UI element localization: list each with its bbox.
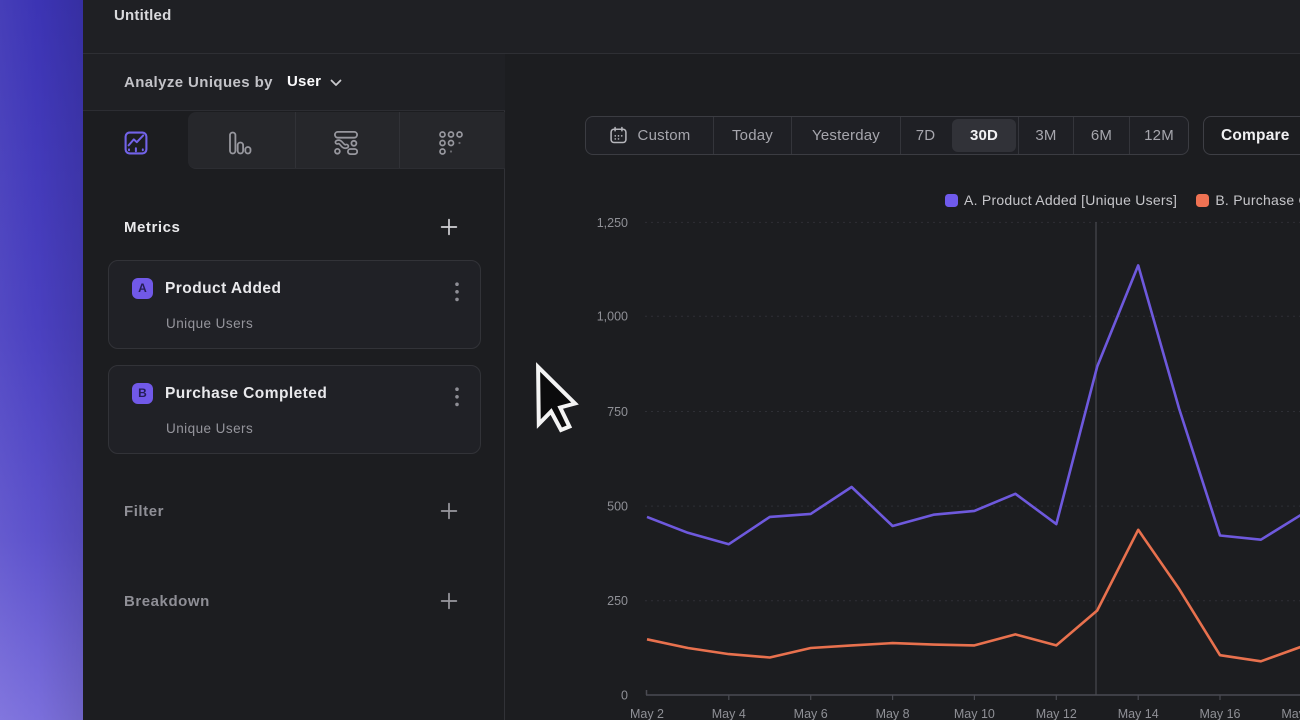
svg-text:1,000: 1,000 <box>597 310 628 324</box>
svg-text:May 14: May 14 <box>1118 707 1159 720</box>
svg-text:May 10: May 10 <box>954 707 995 720</box>
svg-text:750: 750 <box>607 405 628 419</box>
svg-text:May 6: May 6 <box>794 707 828 720</box>
svg-text:May 4: May 4 <box>712 707 746 720</box>
svg-text:May 12: May 12 <box>1036 707 1077 720</box>
svg-text:May 2: May 2 <box>630 707 664 720</box>
svg-text:May 8: May 8 <box>876 707 910 720</box>
svg-text:May 18: May 18 <box>1281 707 1300 720</box>
svg-text:500: 500 <box>607 500 628 514</box>
svg-text:May 16: May 16 <box>1200 707 1241 720</box>
svg-text:0: 0 <box>621 688 628 702</box>
svg-text:250: 250 <box>607 594 628 608</box>
svg-text:1,250: 1,250 <box>597 216 628 230</box>
